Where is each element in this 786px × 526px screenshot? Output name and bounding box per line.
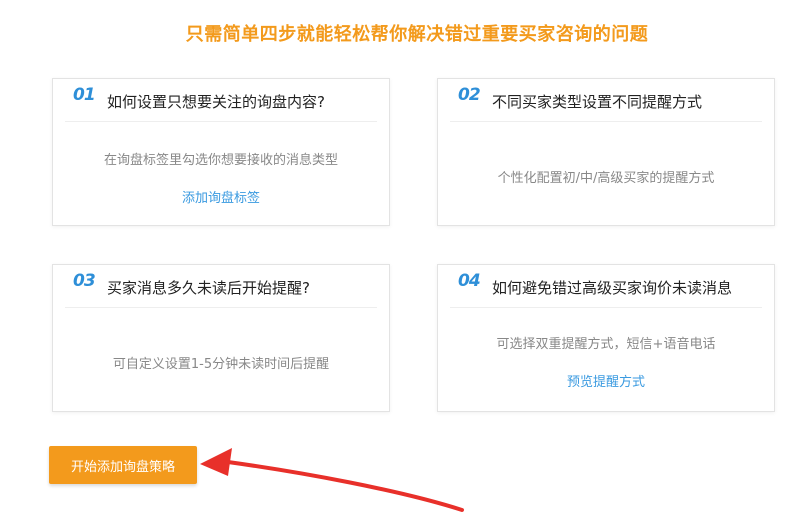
card-header: 01 如何设置只想要关注的询盘内容? xyxy=(65,79,377,122)
card-title: 如何设置只想要关注的询盘内容? xyxy=(107,93,325,111)
card-header: 02 不同买家类型设置不同提醒方式 xyxy=(450,79,762,122)
step-card-3: 03 买家消息多久未读后开始提醒? 可自定义设置1-5分钟未读时间后提醒 xyxy=(52,264,390,412)
card-description: 可自定义设置1-5分钟未读时间后提醒 xyxy=(112,357,330,372)
step-card-2: 02 不同买家类型设置不同提醒方式 个性化配置初/中/高级买家的提醒方式 xyxy=(437,78,775,226)
card-description: 在询盘标签里勾选你想要接收的消息类型 xyxy=(103,153,338,168)
card-title: 买家消息多久未读后开始提醒? xyxy=(107,279,310,297)
page-headline: 只需简单四步就能轻松帮你解决错过重要买家咨询的问题 xyxy=(185,24,649,45)
page: 只需简单四步就能轻松帮你解决错过重要买家咨询的问题 01 如何设置只想要关注的询… xyxy=(0,0,786,526)
step-card-4: 04 如何避免错过高级买家询价未读消息 可选择双重提醒方式，短信+语音电话 预览… xyxy=(437,264,775,412)
card-title: 如何避免错过高级买家询价未读消息 xyxy=(492,279,733,297)
step-number: 02 xyxy=(458,85,481,105)
card-description: 个性化配置初/中/高级买家的提醒方式 xyxy=(497,171,715,186)
step-number: 01 xyxy=(73,85,96,105)
add-inquiry-tag-link[interactable]: 添加询盘标签 xyxy=(53,187,389,206)
step-card-1: 01 如何设置只想要关注的询盘内容? 在询盘标签里勾选你想要接收的消息类型 添加… xyxy=(52,78,390,226)
card-title: 不同买家类型设置不同提醒方式 xyxy=(492,93,703,111)
card-header: 04 如何避免错过高级买家询价未读消息 xyxy=(450,265,762,308)
start-add-strategy-button[interactable]: 开始添加询盘策略 xyxy=(49,446,197,484)
card-description: 可选择双重提醒方式，短信+语音电话 xyxy=(496,337,716,352)
preview-reminder-link[interactable]: 预览提醒方式 xyxy=(438,371,774,390)
step-number: 04 xyxy=(458,271,481,291)
step-number: 03 xyxy=(73,271,96,291)
card-header: 03 买家消息多久未读后开始提醒? xyxy=(65,265,377,308)
